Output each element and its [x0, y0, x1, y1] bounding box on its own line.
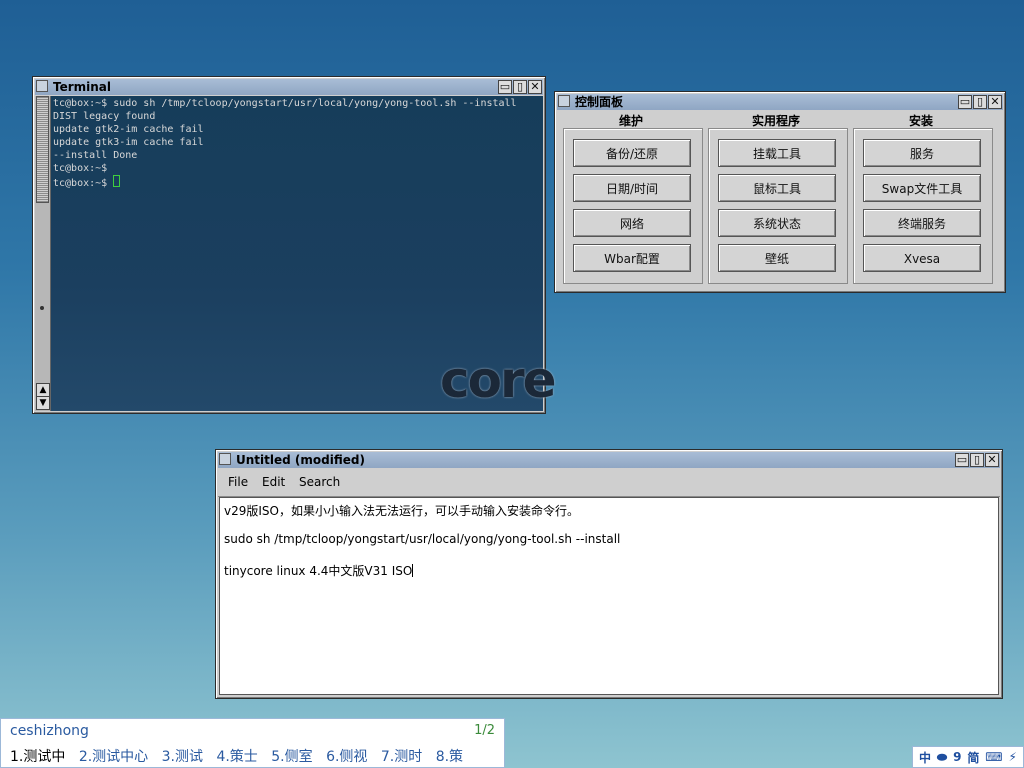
terminal-line: update gtk2-im cache fail: [53, 124, 204, 135]
editor-line-text: tinycore linux 4.4中文版V31 ISO: [224, 564, 413, 578]
backup-restore-button[interactable]: 备份/还原: [573, 139, 691, 167]
control-panel-window[interactable]: 控制面板 ▭ ▯ ✕ 维护 实用程序 安装 备份/还原 日期/时间 网络 Wba…: [554, 91, 1006, 293]
chinese-mode-icon[interactable]: 中: [919, 749, 931, 766]
terminal-line: --install Done: [53, 150, 138, 161]
swapfile-tool-button[interactable]: Swap文件工具: [863, 174, 981, 202]
menu-edit[interactable]: Edit: [262, 475, 285, 489]
window-menu-icon[interactable]: [219, 453, 231, 465]
terminal-line: tc@box:~$ sudo sh /tmp/tcloop/yongstart/…: [53, 98, 517, 109]
close-icon[interactable]: ✕: [528, 80, 542, 94]
terminal-line: DIST legacy found: [53, 111, 156, 122]
ime-candidate[interactable]: 7.测时: [381, 749, 422, 765]
editor-line: tinycore linux 4.4中文版V31 ISO: [224, 562, 414, 579]
editor-line: v29版ISO，如果小小输入法无法运行，可以手动输入安装命令行。: [224, 504, 579, 518]
install-group: 服务 Swap文件工具 终端服务 Xvesa: [853, 128, 993, 284]
minimize-icon[interactable]: ▭: [958, 95, 972, 109]
terminal-prompt: tc@box:~$: [53, 178, 114, 189]
ime-pinyin-input: ceshizhong: [10, 723, 89, 739]
scrollbar-dot-icon: [40, 306, 44, 310]
column-heading-utilities: 实用程序: [751, 114, 800, 128]
terminal-line: tc@box:~$: [53, 163, 108, 174]
scroll-down-icon[interactable]: ▼: [36, 396, 50, 410]
ime-candidate[interactable]: 5.侧室: [271, 749, 312, 765]
maximize-icon[interactable]: ▯: [513, 80, 527, 94]
maintenance-group: 备份/还原 日期/时间 网络 Wbar配置: [563, 128, 703, 284]
simplified-mode-icon[interactable]: 简: [967, 749, 979, 766]
menu-file[interactable]: File: [228, 475, 248, 489]
ime-candidate[interactable]: 8.策: [436, 749, 463, 765]
utilities-group: 挂载工具 鼠标工具 系统状态 壁纸: [708, 128, 848, 284]
services-button[interactable]: 服务: [863, 139, 981, 167]
minimize-icon[interactable]: ▭: [955, 453, 969, 467]
keyboard-icon[interactable]: ⌨: [985, 750, 1002, 764]
scroll-up-icon[interactable]: ▲: [36, 383, 50, 397]
tinycore-logo: core: [440, 351, 557, 409]
editor-text-area[interactable]: v29版ISO，如果小小输入法无法运行，可以手动输入安装命令行。 sudo sh…: [219, 497, 999, 695]
ime-candidate-window: ceshizhong 1/2 1.测试中 2.测试中心 3.测试 4.策士 5.…: [0, 718, 505, 768]
lightning-icon[interactable]: ⚡: [1009, 750, 1017, 764]
terminal-cursor: [113, 175, 121, 187]
wbar-config-button[interactable]: Wbar配置: [573, 244, 691, 272]
column-heading-maintenance: 维护: [618, 114, 643, 128]
close-icon[interactable]: ✕: [988, 95, 1002, 109]
mouse-tool-button[interactable]: 鼠标工具: [718, 174, 836, 202]
ime-status-tray: 中 ⬬ 9 简 ⌨ ⚡: [912, 746, 1024, 768]
minimize-icon[interactable]: ▭: [498, 80, 512, 94]
editor-title: Untitled (modified): [236, 453, 365, 467]
punctuation-icon[interactable]: 9: [953, 750, 961, 764]
halfwidth-moon-icon[interactable]: ⬬: [937, 750, 947, 765]
text-cursor: [412, 564, 414, 577]
ime-candidate[interactable]: 1.测试中: [10, 749, 65, 765]
wallpaper-button[interactable]: 壁纸: [718, 244, 836, 272]
maximize-icon[interactable]: ▯: [973, 95, 987, 109]
scrollbar-thumb[interactable]: [36, 96, 49, 203]
ime-candidate[interactable]: 6.侧视: [326, 749, 367, 765]
terminal-title: Terminal: [53, 80, 112, 94]
mount-tool-button[interactable]: 挂载工具: [718, 139, 836, 167]
terminal-line: update gtk3-im cache fail: [53, 137, 204, 148]
column-heading-install: 安装: [908, 114, 933, 128]
terminal-titlebar[interactable]: Terminal ▭ ▯ ✕: [35, 79, 543, 95]
maximize-icon[interactable]: ▯: [970, 453, 984, 467]
control-panel-title: 控制面板: [575, 95, 624, 109]
editor-line: sudo sh /tmp/tcloop/yongstart/usr/local/…: [224, 532, 621, 546]
menu-search[interactable]: Search: [299, 475, 340, 489]
control-panel-titlebar[interactable]: 控制面板 ▭ ▯ ✕: [557, 94, 1003, 110]
terminal-scrollbar[interactable]: ▲ ▼: [35, 96, 51, 411]
window-menu-icon[interactable]: [36, 80, 48, 92]
ime-candidates: 1.测试中 2.测试中心 3.测试 4.策士 5.侧室 6.侧视 7.测时 8.…: [10, 746, 463, 766]
ime-page-indicator[interactable]: 1/2: [474, 723, 495, 738]
date-time-button[interactable]: 日期/时间: [573, 174, 691, 202]
network-button[interactable]: 网络: [573, 209, 691, 237]
editor-window[interactable]: Untitled (modified) ▭ ▯ ✕ File Edit Sear…: [215, 449, 1003, 699]
editor-titlebar[interactable]: Untitled (modified) ▭ ▯ ✕: [218, 452, 1000, 468]
ime-candidate[interactable]: 3.测试: [162, 749, 203, 765]
ime-candidate[interactable]: 2.测试中心: [79, 749, 148, 765]
window-menu-icon[interactable]: [558, 95, 570, 107]
editor-menubar: File Edit Search: [218, 470, 1000, 497]
close-icon[interactable]: ✕: [985, 453, 999, 467]
ime-candidate[interactable]: 4.策士: [216, 749, 257, 765]
terminal-server-button[interactable]: 终端服务: [863, 209, 981, 237]
xvesa-button[interactable]: Xvesa: [863, 244, 981, 272]
terminal-prompt-line: tc@box:~$: [53, 175, 541, 190]
system-stats-button[interactable]: 系统状态: [718, 209, 836, 237]
